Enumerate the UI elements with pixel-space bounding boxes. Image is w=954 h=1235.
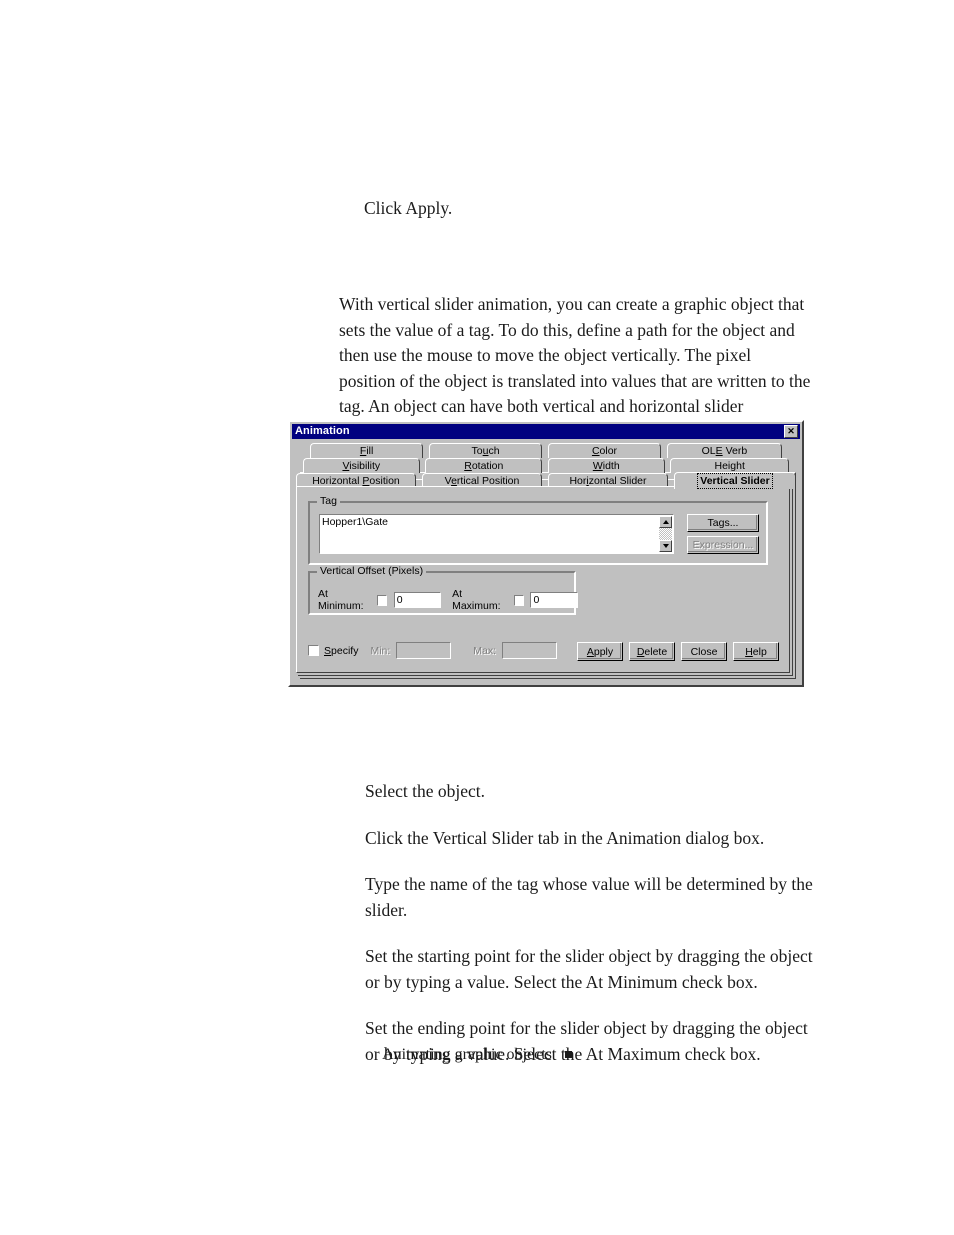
tab-height[interactable]: Height	[670, 458, 789, 473]
vertical-offset-row: At Minimum: 0 At Maximum: 0	[318, 588, 578, 612]
intro-step-text: Click Apply.	[364, 198, 453, 218]
tab-vertical-slider[interactable]: Vertical Slider	[674, 472, 796, 489]
at-maximum-checkbox[interactable]	[513, 594, 525, 606]
tab-visibility-label: Visibility	[342, 460, 381, 472]
tags-button[interactable]: Tags...	[687, 514, 759, 532]
dialog-bottom-bar: Specify Min: Max: Apply Delete Close Hel…	[308, 642, 779, 662]
specify-label: Specify	[324, 644, 359, 657]
apply-button-label: Apply	[586, 645, 614, 658]
page-footer: Animating graphic objects	[0, 1046, 954, 1064]
step-1: Select the object.	[365, 781, 486, 801]
dialog-titlebar[interactable]: Animation ✕	[292, 424, 800, 439]
specify-range-controls: Specify Min: Max:	[308, 642, 558, 659]
min-input[interactable]	[396, 642, 452, 659]
at-maximum-label: At Maximum:	[452, 588, 501, 612]
tab-fill-label: Fill	[359, 445, 374, 457]
close-button-label: Close	[690, 645, 718, 658]
at-minimum-input[interactable]: 0	[393, 592, 442, 608]
min-label: Min:	[370, 644, 391, 657]
tab-fill[interactable]: Fill	[310, 443, 424, 458]
tab-vertical-slider-label: Vertical Slider	[697, 473, 773, 489]
tab-ole-verb[interactable]: OLE Verb	[666, 443, 782, 458]
scroll-down-icon[interactable]	[659, 540, 672, 552]
tab-visibility[interactable]: Visibility	[303, 458, 420, 473]
arrow-up-glyph	[662, 520, 669, 524]
tab-strip: Fill Touch Color OLE Verb Visibility Rot…	[296, 443, 796, 489]
tags-button-label: Tags...	[707, 517, 739, 529]
dialog-title: Animation	[295, 425, 350, 437]
tab-row-1: Fill Touch Color OLE Verb	[310, 443, 782, 458]
expression-button-label: Expression...	[692, 539, 754, 551]
vertical-offset-group-title: Vertical Offset (Pixels)	[317, 566, 427, 577]
tab-touch-label: Touch	[471, 445, 500, 457]
specify-checkbox[interactable]	[308, 645, 319, 656]
help-button-label: Help	[745, 645, 767, 658]
arrow-down-glyph	[662, 544, 669, 548]
dialog-action-buttons: Apply Delete Close Help	[577, 642, 779, 661]
tab-row-2: Visibility Rotation Width Height	[303, 458, 789, 473]
vertical-slider-tab-page: Tag Hopper1\Gate Tags... Expression... V…	[296, 486, 790, 673]
step-4: Set the starting point for the slider ob…	[365, 946, 813, 992]
help-button[interactable]: Help	[733, 642, 779, 661]
at-minimum-label: At Minimum:	[318, 588, 364, 612]
max-label: Max:	[473, 644, 497, 657]
scroll-up-icon[interactable]	[659, 516, 672, 528]
tab-width[interactable]: Width	[547, 458, 665, 473]
footer-square-marker	[564, 1051, 572, 1058]
tab-rotation-label: Rotation	[464, 460, 504, 472]
tag-input[interactable]: Hopper1\Gate	[319, 514, 674, 554]
close-button[interactable]: Close	[681, 642, 727, 661]
tag-group-title: Tag	[317, 496, 340, 507]
delete-button[interactable]: Delete	[629, 642, 675, 661]
apply-button[interactable]: Apply	[577, 642, 623, 661]
tag-group: Tag Hopper1\Gate Tags... Expression...	[308, 496, 768, 565]
footer-text: Animating graphic objects	[382, 1046, 552, 1063]
procedure-steps: Select the object. Click the Vertical Sl…	[365, 779, 815, 1067]
at-minimum-value: 0	[396, 594, 403, 606]
step-2: Click the Vertical Slider tab in the Ani…	[365, 827, 765, 848]
tab-color[interactable]: Color	[547, 443, 662, 458]
delete-button-label: Delete	[636, 645, 668, 658]
at-maximum-value: 0	[533, 594, 540, 606]
document-page: Click Apply. With vertical slider animat…	[0, 0, 954, 1235]
tab-width-label: Width	[592, 460, 620, 472]
close-icon[interactable]: ✕	[784, 425, 798, 438]
step-3: Type the name of the tag whose value wil…	[365, 874, 813, 920]
expression-button[interactable]: Expression...	[687, 536, 759, 554]
at-minimum-checkbox[interactable]	[377, 594, 388, 606]
tab-touch[interactable]: Touch	[428, 443, 543, 458]
animation-dialog: Animation ✕ Fill Touch Color OLE Verb Vi…	[288, 420, 804, 687]
tab-color-label: Color	[591, 445, 618, 457]
at-maximum-input[interactable]: 0	[530, 592, 578, 608]
tag-scrollbar[interactable]	[659, 516, 672, 552]
tag-input-value: Hopper1\Gate	[322, 516, 388, 528]
tab-height-label: Height	[714, 460, 745, 472]
vertical-offset-group: Vertical Offset (Pixels) At Minimum: 0 A…	[308, 566, 578, 615]
max-input[interactable]	[502, 642, 558, 659]
tab-ole-verb-label: OLE Verb	[701, 445, 748, 457]
tab-rotation[interactable]: Rotation	[425, 458, 543, 473]
